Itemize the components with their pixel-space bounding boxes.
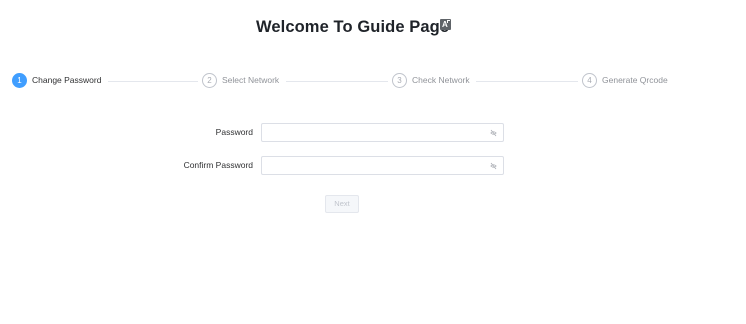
eye-off-icon[interactable] bbox=[490, 162, 497, 170]
step-number: 2 bbox=[202, 73, 217, 88]
step-connector bbox=[476, 81, 578, 82]
step-number: 3 bbox=[392, 73, 407, 88]
stepper: 1 Change Password 2 Select Network 3 Che… bbox=[0, 72, 746, 90]
eye-off-icon[interactable] bbox=[490, 129, 497, 137]
confirm-password-row: Confirm Password bbox=[0, 156, 746, 175]
password-input[interactable] bbox=[268, 126, 488, 139]
step-number: 4 bbox=[582, 73, 597, 88]
step-number: 1 bbox=[12, 73, 27, 88]
step-connector bbox=[286, 81, 388, 82]
page-header: Welcome To Guide Page A bbox=[0, 17, 746, 39]
password-row: Password bbox=[0, 123, 746, 142]
step-label: Select Network bbox=[222, 75, 280, 85]
step-label: Check Network bbox=[412, 75, 470, 85]
page-title: Welcome To Guide Page bbox=[256, 18, 450, 36]
step-label: Change Password bbox=[32, 75, 102, 85]
translate-icon[interactable]: A bbox=[440, 19, 451, 30]
step-label: Generate Qrcode bbox=[602, 75, 668, 85]
confirm-password-input[interactable] bbox=[268, 159, 488, 172]
step-connector bbox=[108, 81, 198, 82]
next-button[interactable]: Next bbox=[325, 195, 359, 213]
confirm-password-label: Confirm Password bbox=[183, 160, 253, 170]
password-label: Password bbox=[215, 127, 253, 137]
password-field-wrapper bbox=[261, 123, 504, 142]
confirm-password-field-wrapper bbox=[261, 156, 504, 175]
